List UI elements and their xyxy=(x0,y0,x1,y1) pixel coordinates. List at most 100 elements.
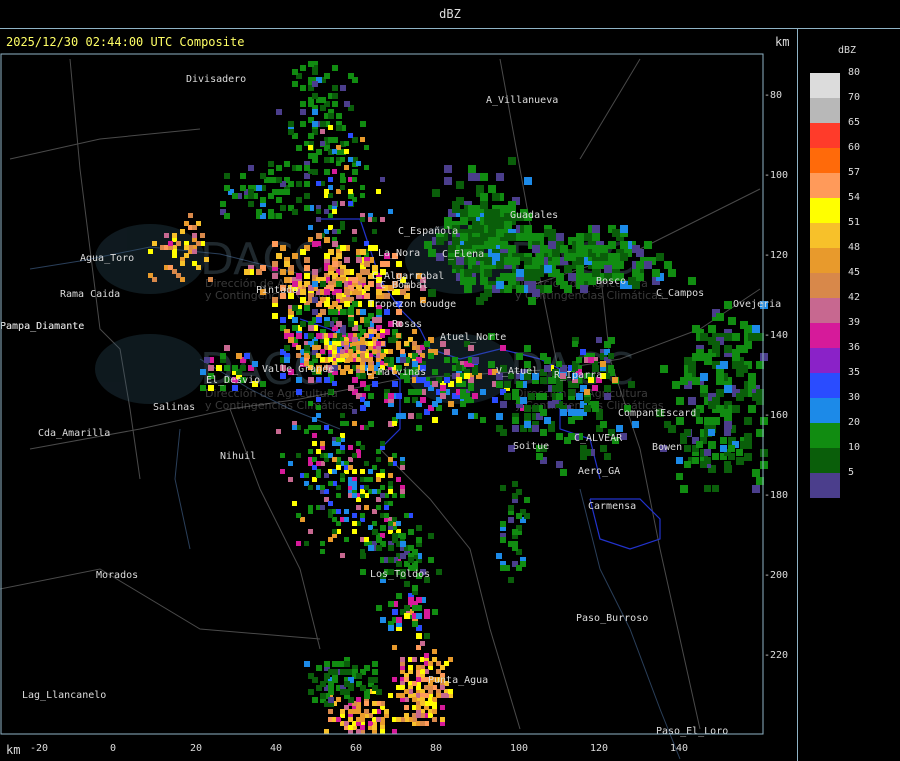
radar-echo-cell xyxy=(676,397,684,405)
radar-echo-cell xyxy=(312,109,318,115)
radar-echo-cell xyxy=(408,557,414,563)
radar-echo-cell xyxy=(192,233,197,238)
radar-echo-cell xyxy=(560,245,568,253)
radar-echo-cell xyxy=(364,485,369,490)
radar-echo-cell xyxy=(536,453,543,460)
radar-echo-cell xyxy=(276,197,282,203)
radar-echo-cell xyxy=(384,357,390,363)
radar-echo-cell xyxy=(320,141,325,146)
radar-echo-cell xyxy=(524,345,531,352)
radar-echo-cell xyxy=(308,377,314,383)
radar-echo-cell xyxy=(708,325,716,333)
radar-echo-cell xyxy=(384,709,389,714)
radar-echo-cell xyxy=(284,357,290,363)
radar-echo-cell xyxy=(336,493,341,498)
radar-echo-cell xyxy=(716,377,724,385)
radar-echo-cell xyxy=(296,513,301,518)
radar-echo-cell xyxy=(276,429,281,434)
radar-echo-cell xyxy=(376,457,381,462)
legend-swatch xyxy=(810,323,840,348)
radar-echo-cell xyxy=(544,417,551,424)
radar-echo-cell xyxy=(504,393,511,400)
radar-echo-cell xyxy=(412,585,418,591)
radar-echo-cell xyxy=(296,165,302,171)
radar-echo-cell xyxy=(400,465,405,470)
radar-echo-cell xyxy=(684,461,691,468)
radar-echo-cell xyxy=(304,305,310,311)
radar-echo-cell xyxy=(224,173,230,179)
radar-echo-cell xyxy=(412,389,418,395)
radar-echo-cell xyxy=(596,337,602,343)
radar-echo-cell xyxy=(320,693,326,699)
radar-echo-cell xyxy=(404,397,410,403)
radar-echo-cell xyxy=(304,193,310,199)
radar-echo-cell xyxy=(376,189,381,194)
radar-echo-cell xyxy=(360,569,366,575)
radar-echo-cell xyxy=(576,257,584,265)
radar-echo-cell xyxy=(308,505,313,510)
radar-echo-cell xyxy=(352,237,357,242)
radar-echo-cell xyxy=(424,633,430,639)
radar-echo-cell xyxy=(400,541,406,547)
radar-echo-cell xyxy=(292,81,298,87)
radar-echo-cell xyxy=(556,277,564,285)
radar-echo-cell xyxy=(328,697,334,703)
place-label: CompantEscard xyxy=(618,408,696,419)
radar-map-frame[interactable]: DACC DACC DACC DACC Dirección de Agricul… xyxy=(0,29,798,761)
radar-echo-cell xyxy=(372,217,377,222)
radar-echo-cell xyxy=(348,717,353,722)
radar-echo-cell xyxy=(276,213,282,219)
radar-echo-cell xyxy=(504,381,511,388)
place-label: Divisadero xyxy=(186,74,246,85)
radar-echo-cell xyxy=(408,545,414,551)
y-tick-label: -80 xyxy=(764,90,782,101)
radar-echo-cell xyxy=(232,193,238,199)
radar-map[interactable]: DACC DACC DACC DACC Dirección de Agricul… xyxy=(0,29,797,761)
radar-echo-cell xyxy=(340,553,345,558)
radar-echo-cell xyxy=(340,309,346,315)
radar-echo-cell xyxy=(352,169,358,175)
radar-echo-cell xyxy=(480,389,486,395)
radar-echo-cell xyxy=(736,345,744,353)
radar-echo-cell xyxy=(272,273,278,279)
radar-echo-cell xyxy=(524,413,531,420)
radar-echo-cell xyxy=(536,257,544,265)
radar-echo-cell xyxy=(544,285,552,293)
radar-echo-cell xyxy=(500,537,506,543)
radar-echo-cell xyxy=(496,281,504,289)
legend-label: 35 xyxy=(848,367,861,378)
legend-label: 10 xyxy=(848,442,861,453)
radar-echo-cell xyxy=(380,525,386,531)
radar-echo-cell xyxy=(392,609,398,615)
radar-echo-cell xyxy=(316,209,321,214)
radar-echo-cell xyxy=(332,65,338,71)
radar-echo-cell xyxy=(372,229,377,234)
legend-swatch xyxy=(810,473,840,498)
radar-echo-cell xyxy=(404,581,410,587)
radar-echo-cell xyxy=(404,689,409,694)
radar-echo-cell xyxy=(432,609,438,615)
radar-echo-cell xyxy=(344,661,350,667)
radar-echo-cell xyxy=(428,289,436,297)
radar-echo-cell xyxy=(260,173,266,179)
radar-echo-cell xyxy=(332,261,338,267)
radar-echo-cell xyxy=(360,405,366,411)
radar-echo-cell xyxy=(296,345,301,350)
radar-echo-cell xyxy=(360,685,366,691)
radar-echo-cell xyxy=(280,189,286,195)
radar-echo-cell xyxy=(700,385,708,393)
radar-echo-cell xyxy=(496,413,503,420)
radar-echo-cell xyxy=(576,393,583,400)
radar-echo-cell xyxy=(600,253,608,261)
radar-echo-cell xyxy=(360,381,366,387)
radar-echo-cell xyxy=(492,253,500,261)
radar-echo-cell xyxy=(288,337,294,343)
radar-echo-cell xyxy=(268,169,274,175)
radar-echo-cell xyxy=(404,341,409,346)
radar-echo-cell xyxy=(536,393,543,400)
radar-echo-cell xyxy=(256,185,262,191)
radar-echo-cell xyxy=(720,445,727,452)
radar-echo-cell xyxy=(704,417,712,425)
place-label: Aero_GA xyxy=(578,466,620,477)
legend-swatch xyxy=(810,198,840,223)
